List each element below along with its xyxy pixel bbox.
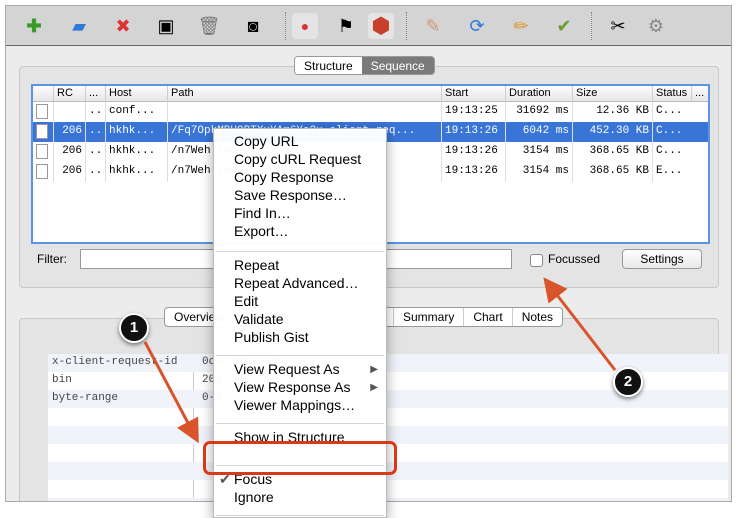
arrow-2 bbox=[543, 277, 617, 371]
callout-2: 2 bbox=[613, 367, 643, 397]
annotation-arrows bbox=[143, 277, 617, 444]
menu-separator bbox=[216, 515, 384, 516]
arrow-1 bbox=[143, 341, 199, 444]
callout-1: 1 bbox=[119, 313, 149, 343]
